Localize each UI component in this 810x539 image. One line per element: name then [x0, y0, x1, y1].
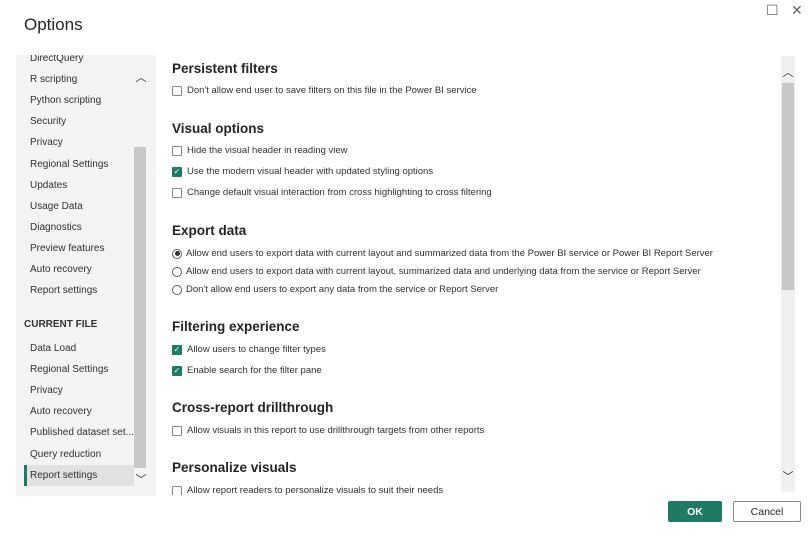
- section-header-current-file: CURRENT FILE: [24, 319, 98, 330]
- sidebar-item[interactable]: Auto recovery: [24, 259, 134, 280]
- settings-panel: Persistent filters Don't allow end user t…: [157, 55, 779, 495]
- checkbox[interactable]: [172, 85, 182, 96]
- sidebar-item[interactable]: Data Load: [24, 338, 134, 359]
- dialog-title: Options: [24, 15, 83, 34]
- ok-button[interactable]: OK: [668, 501, 722, 522]
- option-label: Allow end users to export data with curr…: [186, 266, 701, 277]
- scrollbar-thumb[interactable]: [134, 147, 146, 468]
- content-scrollbar[interactable]: ︿ ﹀: [781, 56, 795, 492]
- checkbox[interactable]: [172, 145, 182, 156]
- checkbox-option[interactable]: ✓ Enable search for the filter pane: [172, 365, 322, 376]
- sidebar-item[interactable]: Privacy: [24, 132, 134, 153]
- checkbox[interactable]: ✓: [172, 365, 182, 376]
- checkbox[interactable]: ✓: [172, 166, 182, 177]
- option-label: Allow visuals in this report to use dril…: [187, 425, 485, 436]
- sidebar-item[interactable]: Privacy: [24, 380, 134, 401]
- sidebar-item[interactable]: Report settings: [24, 280, 134, 301]
- checkbox[interactable]: [172, 425, 182, 436]
- section-title: Filtering experience: [172, 319, 300, 334]
- sidebar-item[interactable]: Auto recovery: [24, 401, 134, 422]
- radio-button[interactable]: [172, 266, 182, 277]
- scroll-up-icon[interactable]: ︿: [134, 69, 148, 85]
- checkbox[interactable]: ✓: [172, 344, 182, 355]
- scrollbar-thumb[interactable]: [782, 83, 794, 290]
- close-icon[interactable]: ✕: [791, 2, 803, 19]
- option-label: Allow report readers to personalize visu…: [187, 485, 444, 495]
- cancel-button[interactable]: Cancel: [733, 501, 801, 522]
- checkbox-option[interactable]: Allow report readers to personalize visu…: [172, 485, 443, 495]
- checkbox[interactable]: [172, 485, 182, 495]
- section-title: Cross-report drillthrough: [172, 400, 334, 415]
- radio-button[interactable]: [172, 248, 182, 259]
- option-label: Allow end users to export data with curr…: [186, 248, 713, 259]
- sidebar-item[interactable]: Usage Data: [24, 196, 134, 217]
- sidebar-item[interactable]: DirectQuery: [24, 55, 134, 69]
- checkbox-option[interactable]: Hide the visual header in reading view: [172, 145, 348, 156]
- sidebar-item[interactable]: Python scripting: [24, 90, 134, 111]
- checkbox[interactable]: [172, 187, 182, 198]
- sidebar-scrollbar[interactable]: ︿ ﹀: [134, 55, 148, 496]
- radio-option[interactable]: Allow end users to export data with curr…: [172, 248, 713, 259]
- sidebar-item[interactable]: Published dataset set...: [24, 422, 134, 443]
- sidebar-item[interactable]: R scripting: [24, 69, 134, 90]
- radio-option[interactable]: Don't allow end users to export any data…: [172, 284, 498, 295]
- option-label: Don't allow end user to save filters on …: [187, 85, 477, 96]
- sidebar-item[interactable]: Report settings: [24, 464, 134, 486]
- option-label: Enable search for the filter pane: [187, 365, 322, 376]
- option-label: Hide the visual header in reading view: [187, 145, 348, 156]
- sidebar-item[interactable]: Diagnostics: [24, 217, 134, 238]
- option-label: Change default visual interaction from c…: [187, 187, 492, 198]
- radio-option[interactable]: Allow end users to export data with curr…: [172, 266, 701, 277]
- checkbox-option[interactable]: Change default visual interaction from c…: [172, 187, 492, 198]
- sidebar-item[interactable]: Regional Settings: [24, 359, 134, 380]
- checkbox-option[interactable]: ✓ Use the modern visual header with updat…: [172, 166, 433, 177]
- section-title: Persistent filters: [172, 61, 278, 76]
- sidebar-item[interactable]: Query reduction: [24, 444, 134, 465]
- option-label: Use the modern visual header with update…: [187, 166, 434, 177]
- checkbox-option[interactable]: ✓ Allow users to change filter types: [172, 344, 326, 355]
- scroll-down-icon[interactable]: ﹀: [134, 471, 148, 487]
- scroll-down-icon[interactable]: ﹀: [781, 468, 795, 484]
- sidebar-item[interactable]: Security: [24, 111, 134, 132]
- option-label: Don't allow end users to export any data…: [186, 284, 499, 295]
- checkbox-option[interactable]: Don't allow end user to save filters on …: [172, 85, 477, 96]
- maximize-icon[interactable]: ☐: [766, 2, 779, 19]
- sidebar: DirectQuery R scripting Python scripting Se…: [16, 55, 156, 496]
- section-title: Export data: [172, 223, 247, 238]
- checkbox-option[interactable]: Allow visuals in this report to use dril…: [172, 425, 484, 436]
- scroll-up-icon[interactable]: ︿: [781, 64, 795, 80]
- option-label: Allow users to change filter types: [187, 344, 326, 355]
- sidebar-item[interactable]: Preview features: [24, 238, 134, 259]
- section-title: Personalize visuals: [172, 460, 297, 475]
- radio-button[interactable]: [172, 284, 182, 295]
- sidebar-item[interactable]: Updates: [24, 175, 134, 196]
- section-title: Visual options: [172, 121, 265, 136]
- sidebar-item[interactable]: Regional Settings: [24, 154, 134, 175]
